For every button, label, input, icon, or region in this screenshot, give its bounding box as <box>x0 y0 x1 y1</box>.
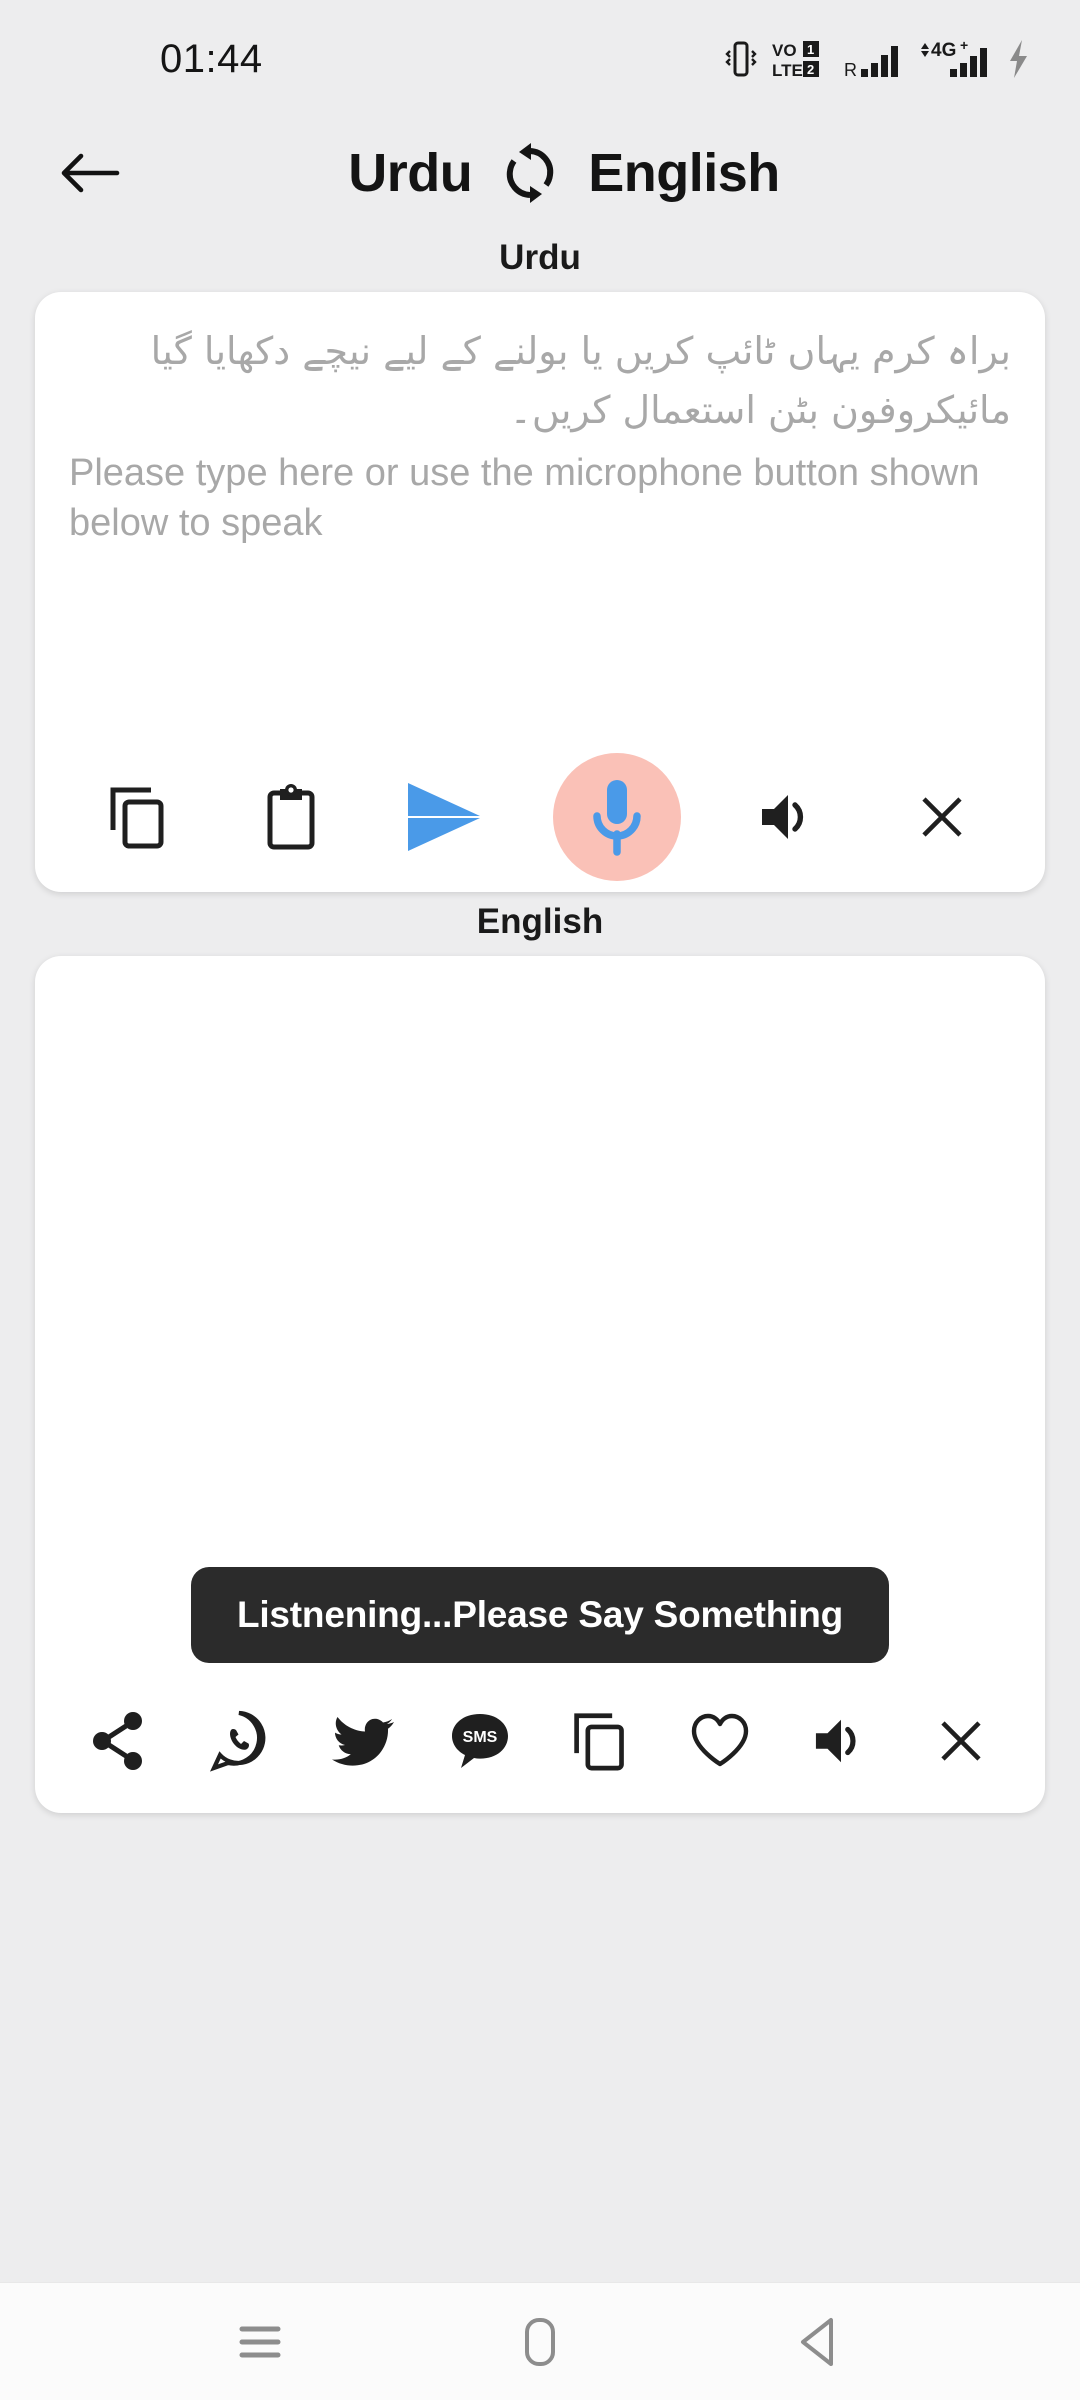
speak-output-button[interactable] <box>801 1701 881 1781</box>
input-placeholder-urdu: براہ کرم یہاں ٹائپ کریں یا بولنے کے لیے … <box>150 329 1011 432</box>
close-x-icon <box>941 1721 981 1761</box>
output-card: Listnening...Please Say Something SMS <box>35 956 1045 1813</box>
input-section-label: Urdu <box>0 228 1080 292</box>
microphone-icon <box>593 780 641 856</box>
nav-back-button[interactable] <box>765 2287 875 2397</box>
copy-icon <box>574 1713 624 1771</box>
paste-button[interactable] <box>245 771 337 863</box>
status-bar: 01:44 VO 1 LTE 2 R 4G + <box>0 0 1080 118</box>
output-toolbar: SMS <box>35 1683 1045 1813</box>
nav-home-button[interactable] <box>485 2287 595 2397</box>
clear-output-button[interactable] <box>921 1701 1001 1781</box>
twitter-icon <box>331 1717 394 1766</box>
home-icon <box>525 2317 555 2366</box>
charging-bolt-icon <box>1010 40 1027 78</box>
svg-text:2: 2 <box>807 62 814 77</box>
input-text-area[interactable]: براہ کرم یہاں ٹائپ کریں یا بولنے کے لیے … <box>35 292 1045 742</box>
share-icon <box>93 1712 142 1770</box>
sms-button[interactable]: SMS <box>440 1701 520 1781</box>
back-button[interactable] <box>48 131 132 215</box>
clipboard-icon <box>267 784 315 850</box>
svg-text:LTE: LTE <box>772 61 803 80</box>
status-bar-icons: VO 1 LTE 2 R 4G + <box>724 35 1032 83</box>
android-nav-bar <box>0 2282 1080 2400</box>
recents-menu-icon <box>239 2326 281 2357</box>
copy-icon <box>110 787 164 849</box>
output-text <box>65 982 1015 990</box>
svg-text:VO: VO <box>772 41 797 60</box>
microphone-button[interactable] <box>552 753 681 881</box>
svg-text:+: + <box>960 38 968 53</box>
whatsapp-icon <box>210 1710 266 1772</box>
speaker-icon <box>815 1719 856 1763</box>
share-button[interactable] <box>79 1701 159 1781</box>
twitter-button[interactable] <box>320 1701 400 1781</box>
translate-send-button[interactable] <box>399 771 491 863</box>
back-arrow-icon <box>61 153 120 193</box>
copy-output-button[interactable] <box>560 1701 640 1781</box>
source-language-label[interactable]: Urdu <box>348 142 472 204</box>
input-card: براہ کرم یہاں ٹائپ کریں یا بولنے کے لیے … <box>35 292 1045 892</box>
svg-text:SMS: SMS <box>463 1729 498 1746</box>
target-language-label[interactable]: English <box>588 142 780 204</box>
listening-toast: Listnening...Please Say Something <box>190 1567 890 1663</box>
svg-text:4G: 4G <box>931 40 956 61</box>
vibrate-icon <box>725 41 757 77</box>
svg-text:1: 1 <box>807 42 814 57</box>
swap-languages-icon <box>507 143 554 203</box>
whatsapp-button[interactable] <box>199 1701 279 1781</box>
svg-text:R: R <box>844 60 857 80</box>
4g-plus-signal-icon: 4G + <box>921 38 987 77</box>
phone-screen: 01:44 VO 1 LTE 2 R 4G + Urdu English Urd… <box>0 0 1080 2400</box>
clear-input-button[interactable] <box>896 771 988 863</box>
volte-dual-sim-icon: VO 1 LTE 2 <box>772 41 819 80</box>
heart-icon <box>692 1713 749 1767</box>
roaming-signal-icon: R <box>844 46 898 80</box>
send-arrow-icon <box>408 783 481 851</box>
swap-languages-button[interactable] <box>502 143 558 203</box>
copy-button[interactable] <box>92 771 184 863</box>
input-toolbar <box>35 742 1045 892</box>
output-section-label: English <box>0 892 1080 956</box>
toast-container: Listnening...Please Say Something <box>35 1567 1045 1663</box>
status-bar-clock: 01:44 <box>160 36 263 81</box>
language-pair: Urdu English <box>132 142 996 204</box>
input-placeholder-english: Please type here or use the microphone b… <box>69 451 980 544</box>
back-triangle-icon <box>801 2317 833 2366</box>
speaker-icon <box>762 795 804 839</box>
close-x-icon <box>922 797 962 837</box>
app-header: Urdu English <box>0 118 1080 228</box>
sms-icon: SMS <box>451 1714 508 1768</box>
speak-text-button[interactable] <box>742 771 834 863</box>
favorite-button[interactable] <box>680 1701 760 1781</box>
nav-recents-button[interactable] <box>205 2287 315 2397</box>
